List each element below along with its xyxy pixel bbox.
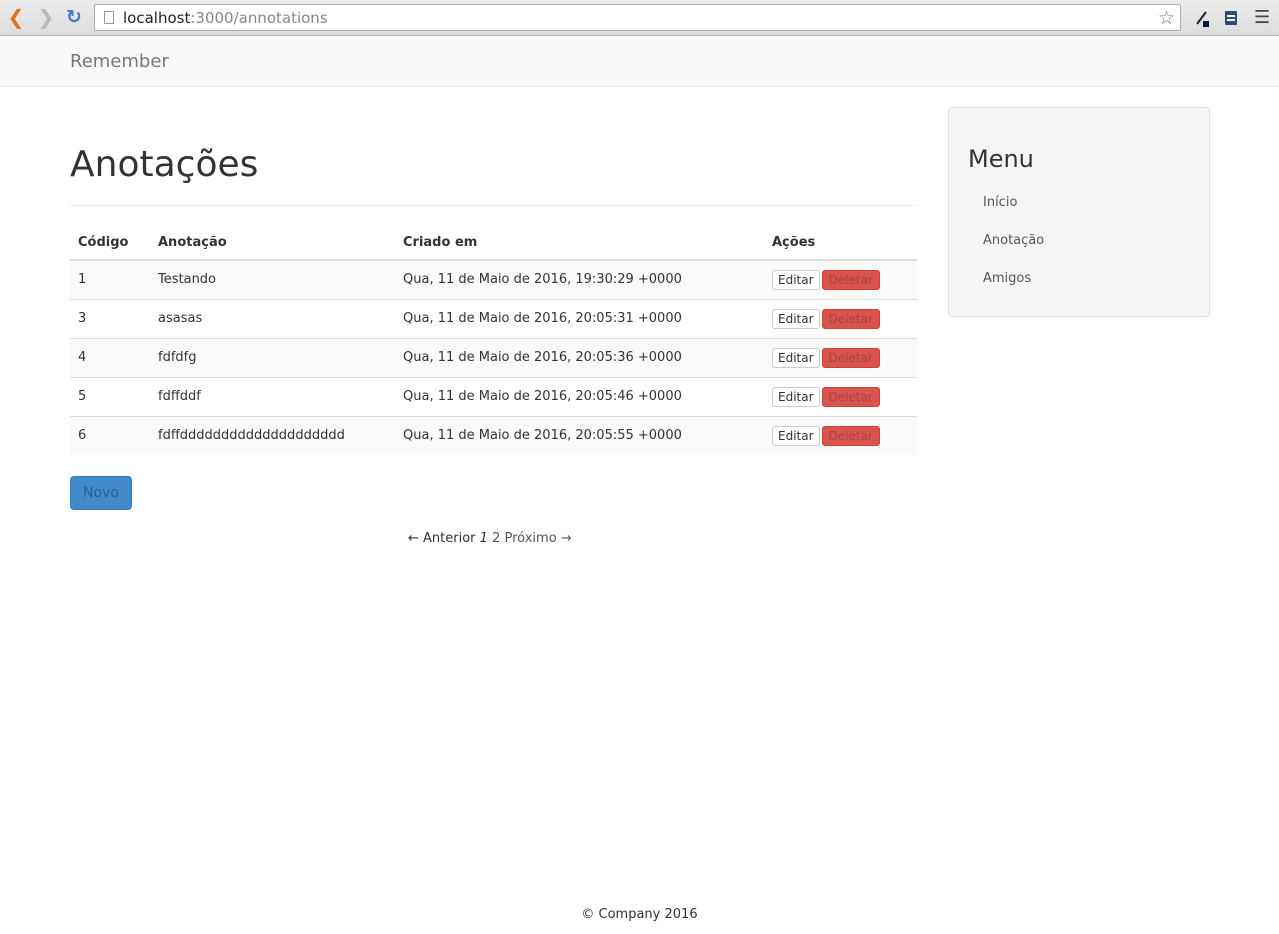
- edit-button[interactable]: Editar: [772, 386, 820, 407]
- header-codigo: Código: [70, 225, 150, 261]
- cell-created: Qua, 11 de Maio de 2016, 20:05:36 +0000: [395, 337, 764, 377]
- sidebar-item-inicio[interactable]: Início: [983, 195, 1017, 210]
- header-anotacao: Anotação: [150, 225, 395, 261]
- cell-actions: Editar Deletar: [764, 376, 917, 416]
- pagination-page-2[interactable]: 2: [492, 531, 500, 546]
- header-criado-em: Criado em: [395, 225, 764, 261]
- sidebar-menu: Menu Início Anotação Amigos: [948, 107, 1210, 317]
- page-icon: [104, 11, 114, 24]
- address-bar[interactable]: localhost:3000/annotations ☆: [94, 4, 1181, 31]
- cell-actions: Editar Deletar: [764, 337, 917, 377]
- cell-created: Qua, 11 de Maio de 2016, 20:05:46 +0000: [395, 376, 764, 416]
- annotations-table: Código Anotação Criado em Ações 1 Testan…: [70, 225, 917, 455]
- pagination-prev: ← Anterior: [408, 531, 476, 546]
- browser-toolbar: ❮ ❯ ↻ localhost:3000/annotations ☆ ☰: [0, 0, 1279, 36]
- cell-code: 3: [70, 298, 150, 338]
- pagination-current: 1: [479, 531, 488, 546]
- forward-icon[interactable]: ❯: [35, 6, 57, 28]
- navbar-brand[interactable]: Remember: [70, 51, 169, 72]
- edit-button[interactable]: Editar: [772, 347, 820, 368]
- extension-icon[interactable]: [1221, 8, 1241, 28]
- eyedropper-icon[interactable]: [1192, 8, 1212, 28]
- url-path: :3000/annotations: [190, 8, 328, 27]
- cell-code: 4: [70, 337, 150, 377]
- header-acoes: Ações: [764, 225, 917, 261]
- delete-button[interactable]: Deletar: [821, 347, 880, 368]
- table-row: 4 fdfdfg Qua, 11 de Maio de 2016, 20:05:…: [70, 337, 917, 377]
- pagination-next[interactable]: Próximo →: [505, 531, 572, 546]
- footer-text: © Company 2016: [581, 907, 698, 922]
- url-text: localhost:3000/annotations: [123, 9, 328, 27]
- cell-code: 5: [70, 376, 150, 416]
- cell-created: Qua, 11 de Maio de 2016, 20:05:31 +0000: [395, 298, 764, 338]
- cell-note: fdffddf: [150, 376, 395, 416]
- delete-button[interactable]: Deletar: [821, 425, 880, 446]
- page-title: Anotações: [70, 144, 259, 185]
- sidebar-item-anotacao[interactable]: Anotação: [983, 233, 1044, 248]
- sidebar-title: Menu: [968, 145, 1034, 173]
- star-icon[interactable]: ☆: [1158, 7, 1175, 29]
- sidebar-item-amigos[interactable]: Amigos: [983, 271, 1031, 286]
- cell-created: Qua, 11 de Maio de 2016, 19:30:29 +0000: [403, 272, 682, 288]
- url-host: localhost: [123, 8, 191, 27]
- delete-button[interactable]: Deletar: [821, 269, 880, 290]
- cell-created: Qua, 11 de Maio de 2016, 20:05:55 +0000: [395, 415, 764, 455]
- cell-code: 1: [78, 272, 87, 288]
- cell-actions: Editar Deletar: [764, 298, 917, 338]
- table-row: 6 fdffdddddddddddddddddddd Qua, 11 de Ma…: [70, 415, 917, 455]
- cell-code: 6: [70, 415, 150, 455]
- cell-actions: Editar Deletar: [764, 415, 917, 455]
- back-icon[interactable]: ❮: [5, 6, 27, 28]
- cell-note: fdffdddddddddddddddddddd: [150, 415, 395, 455]
- new-button[interactable]: Novo: [70, 476, 132, 510]
- navbar: Remember: [0, 36, 1279, 87]
- pagination: ← Anterior 1 2 Próximo →: [408, 531, 572, 546]
- delete-button[interactable]: Deletar: [821, 308, 880, 329]
- cell-note: asasas: [150, 298, 395, 338]
- cell-actions: Editar Deletar: [764, 260, 917, 299]
- table-row: 3 asasas Qua, 11 de Maio de 2016, 20:05:…: [70, 298, 917, 338]
- cell-note: Testando: [158, 272, 217, 288]
- table-header-row: Código Anotação Criado em Ações: [70, 225, 917, 261]
- edit-button[interactable]: Editar: [772, 269, 820, 290]
- table-row: 5 fdffddf Qua, 11 de Maio de 2016, 20:05…: [70, 376, 917, 416]
- menu-icon[interactable]: ☰: [1254, 7, 1272, 28]
- cell-note: fdfdfg: [150, 337, 395, 377]
- delete-button[interactable]: Deletar: [821, 386, 880, 407]
- table-row: 1 Testando Qua, 11 de Maio de 2016, 19:3…: [70, 260, 917, 299]
- reload-icon[interactable]: ↻: [63, 6, 85, 28]
- edit-button[interactable]: Editar: [772, 308, 820, 329]
- title-divider: [70, 205, 917, 206]
- edit-button[interactable]: Editar: [772, 425, 820, 446]
